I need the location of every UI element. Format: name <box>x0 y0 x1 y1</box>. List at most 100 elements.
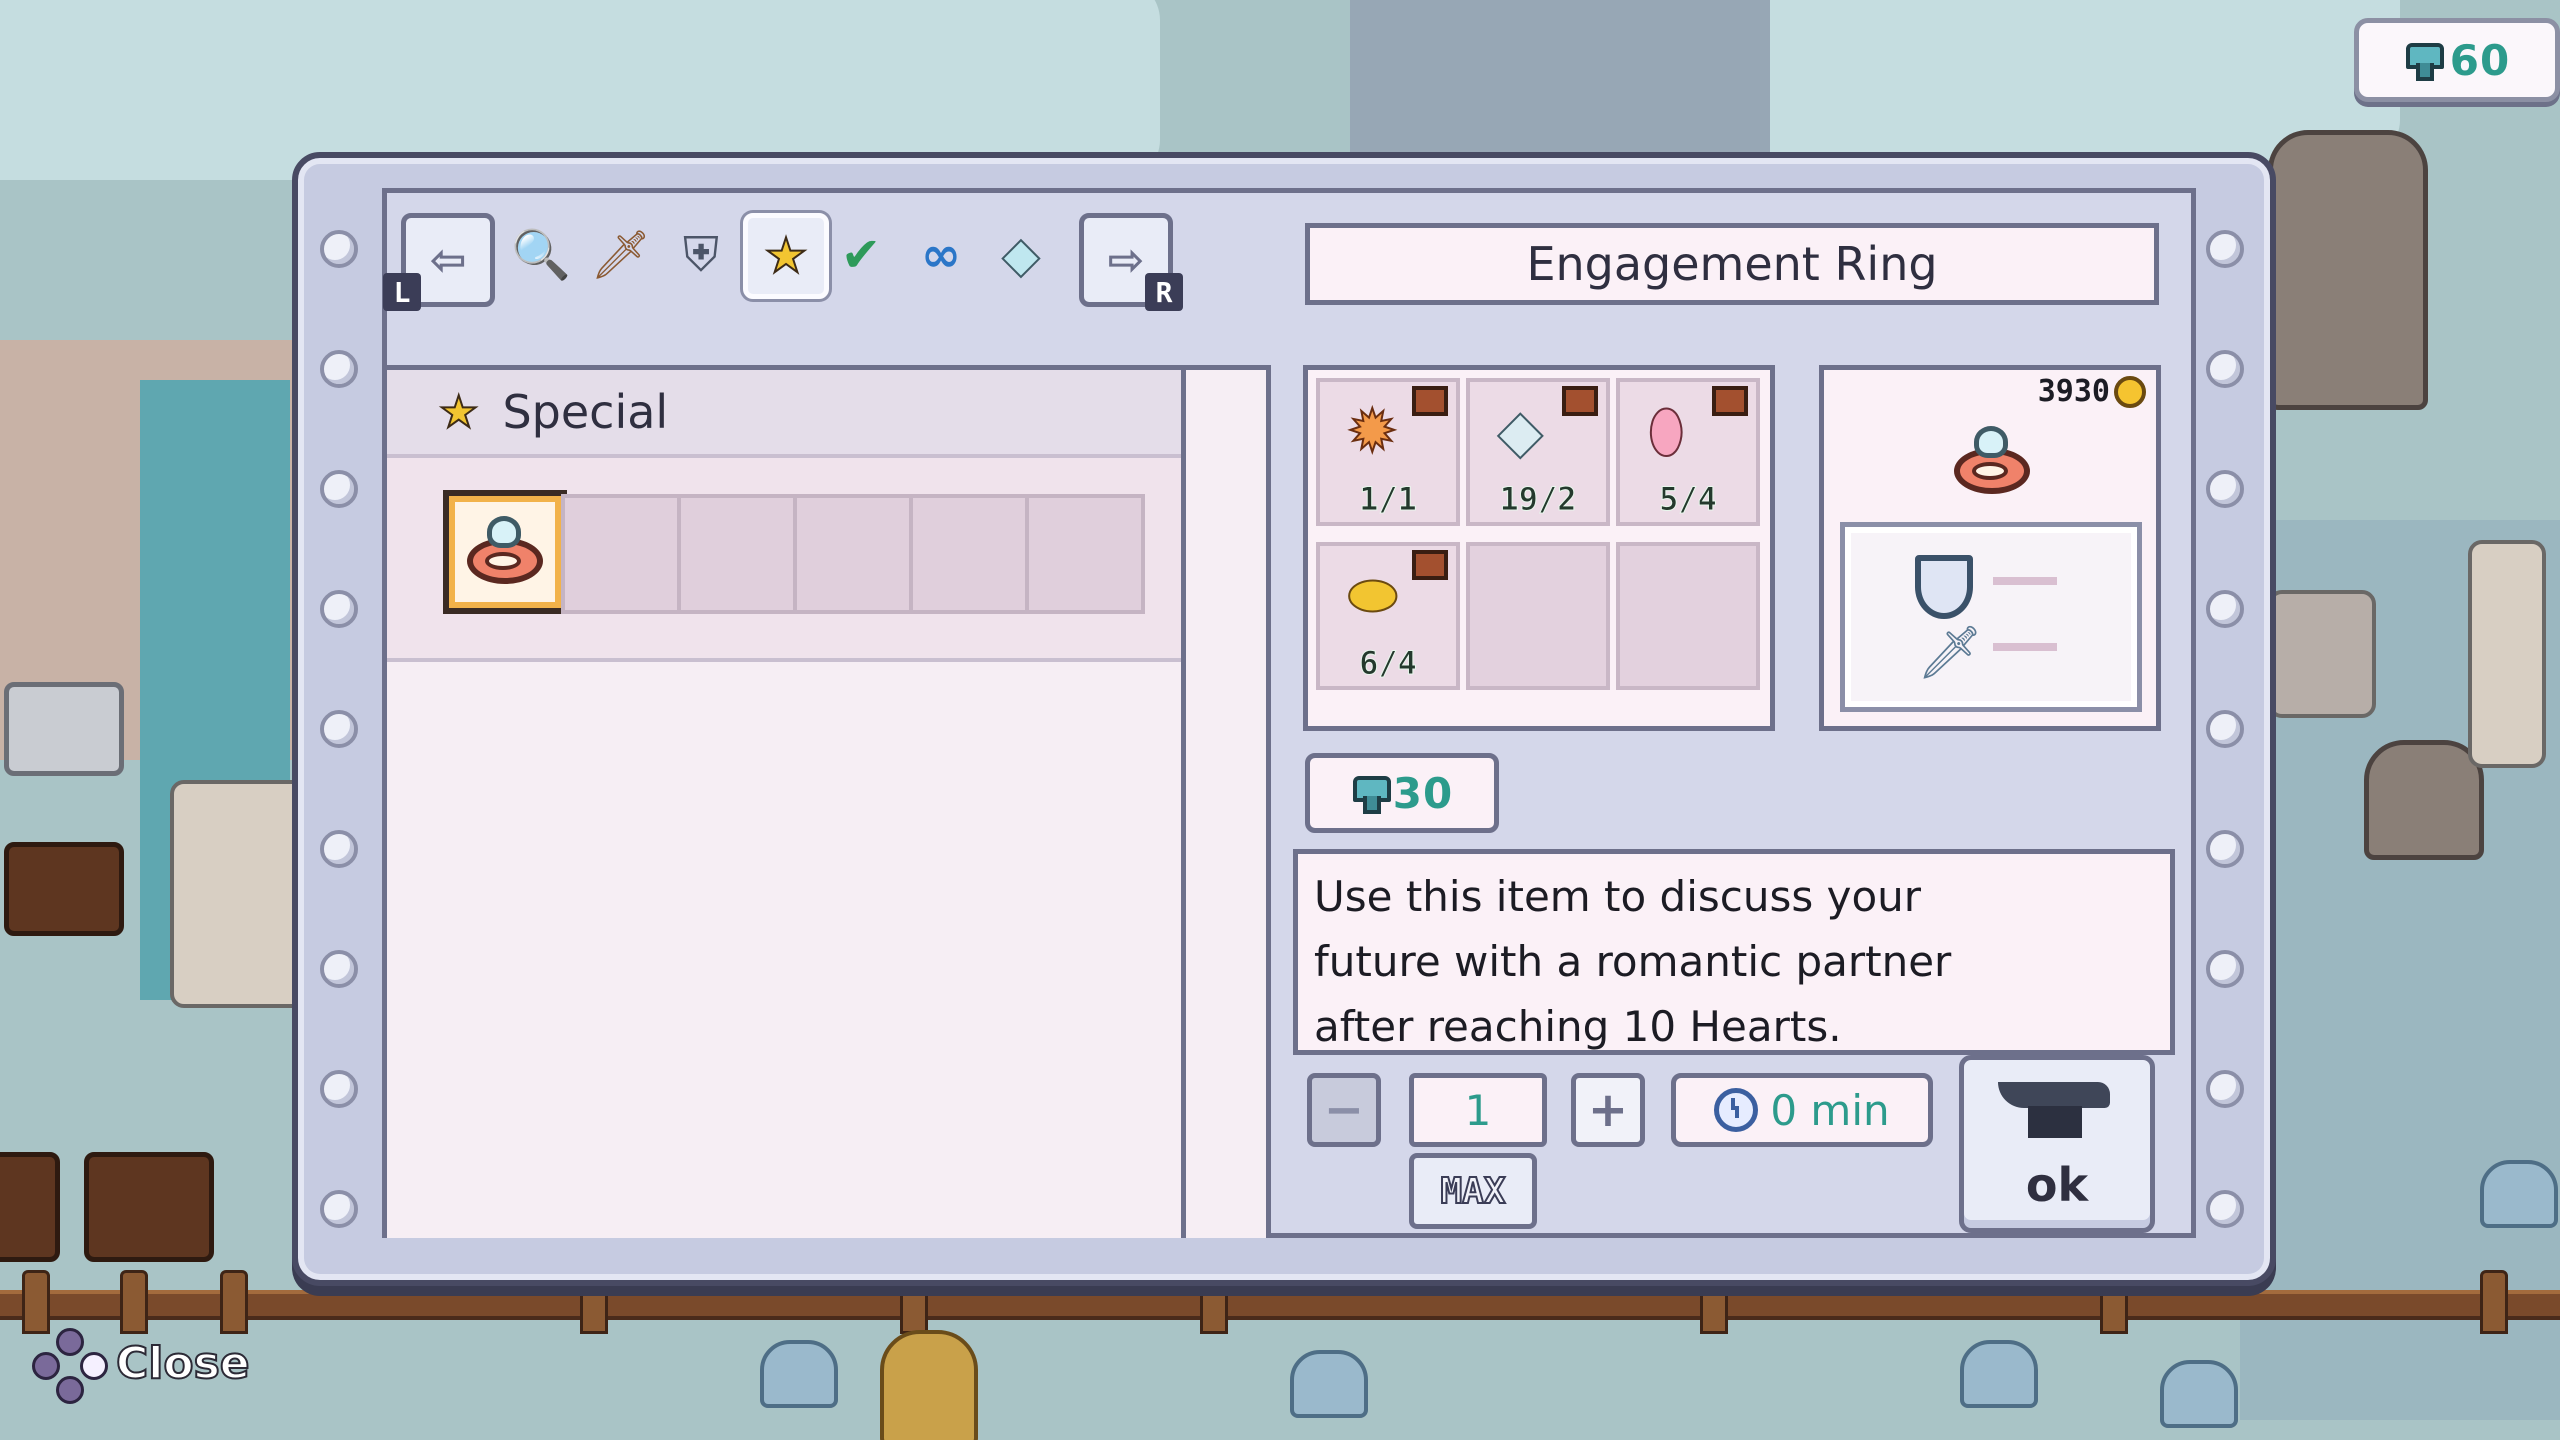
rivet <box>2206 470 2244 508</box>
rivet <box>2206 230 2244 268</box>
sun-orb-icon: ✹ <box>1347 397 1398 465</box>
fence-post <box>120 1270 148 1334</box>
arrow-right-icon: ⇨ <box>1107 234 1145 286</box>
gem-amount: 60 <box>2449 35 2511 85</box>
rivet <box>2206 950 2244 988</box>
ingredient-slot[interactable]: ⬮ 5/4 <box>1616 378 1760 526</box>
tab-infinite[interactable]: ∞ <box>903 217 979 293</box>
rivet <box>320 470 358 508</box>
frost-bush <box>2480 1160 2558 1228</box>
recipe-list: ★ Special <box>387 365 1186 1238</box>
item-stats-box: 🗡 <box>1840 522 2142 712</box>
rivet <box>2206 710 2244 748</box>
arrow-left-icon: ⇦ <box>429 234 467 286</box>
defense-stat-empty <box>1993 577 2057 585</box>
close-hint[interactable]: Close <box>32 1328 251 1404</box>
recipe-slot-empty <box>909 494 1029 614</box>
recipe-slot-empty <box>561 494 681 614</box>
stone-pile <box>2268 590 2376 718</box>
item-description: Use this item to discuss your future wit… <box>1314 872 1952 1051</box>
stone-pillar <box>2468 540 2546 768</box>
max-quantity-button[interactable]: MAX <box>1409 1153 1537 1229</box>
dragon-statue <box>2268 130 2428 410</box>
crafting-time-value: 0 min <box>1770 1085 1890 1135</box>
rivet <box>320 710 358 748</box>
fence-rail <box>0 1290 2560 1320</box>
ingredients-panel: ✹ 1/1 ◆ 19/2 ⬮ 5/4 ⬬ 6/4 <box>1303 365 1775 731</box>
barrel <box>0 1152 60 1262</box>
bell <box>880 1330 978 1440</box>
rivet <box>320 350 358 388</box>
star-icon: ★ <box>438 386 479 439</box>
crafting-cost: 30 <box>1305 753 1499 833</box>
ingredient-slot[interactable]: ◆ 19/2 <box>1466 378 1610 526</box>
tab-completed[interactable]: ✔ <box>823 217 899 293</box>
recipe-slot-empty <box>677 494 797 614</box>
minus-icon: − <box>1323 1082 1365 1138</box>
star-icon: ★ <box>763 228 808 284</box>
tab-tools[interactable]: 🔍 <box>503 217 579 293</box>
fence-post <box>22 1270 50 1334</box>
ingredient-count: 5/4 <box>1659 480 1718 519</box>
sell-price: 3930 <box>2038 374 2146 409</box>
rivet <box>2206 1070 2244 1108</box>
recipe-slot-empty <box>793 494 913 614</box>
ingredient-slot[interactable]: ✹ 1/1 <box>1316 378 1460 526</box>
plus-icon: + <box>1587 1082 1629 1138</box>
ingredient-count: 1/1 <box>1359 480 1418 519</box>
rivet <box>2206 590 2244 628</box>
storage-chest-icon <box>1412 550 1448 580</box>
recipe-slot-row <box>387 458 1181 662</box>
decrease-quantity-button[interactable]: − <box>1307 1073 1381 1147</box>
barrel <box>84 1152 214 1262</box>
checkmark-icon: ✔ <box>840 227 882 283</box>
crafting-window: ⇦ L 🔍 🗡 ⛨ ★ ✔ ∞ ◆ ⇨ R ★ Special Engageme… <box>292 152 2276 1286</box>
storage-chest <box>4 842 124 936</box>
pink-crystal-icon: ⬮ <box>1647 397 1685 465</box>
item-preview-panel: 3930 🗡 <box>1819 365 2161 731</box>
fence-post <box>2480 1270 2508 1334</box>
storage-chest-icon <box>1412 386 1448 416</box>
diamond-icon: ◆ <box>1002 227 1041 283</box>
gold-bar-icon: ⬬ <box>1347 561 1399 629</box>
r-key-hint: R <box>1145 273 1183 311</box>
attack-stat-empty <box>1993 643 2057 651</box>
magnifier-icon: 🔍 <box>511 227 571 283</box>
quantity-value: 1 <box>1409 1073 1547 1147</box>
anvil-icon <box>1998 1082 2110 1140</box>
controller-button-icon <box>32 1328 108 1404</box>
increase-quantity-button[interactable]: + <box>1571 1073 1645 1147</box>
rivet <box>320 1070 358 1108</box>
shield-icon <box>1915 555 1973 619</box>
sell-price-value: 3930 <box>2037 374 2110 409</box>
clock-icon <box>1714 1088 1759 1132</box>
frost-bush <box>2160 1360 2238 1428</box>
tab-special[interactable]: ★ <box>743 213 829 299</box>
crafting-cost-value: 30 <box>1392 768 1454 818</box>
rivet <box>320 590 358 628</box>
item-title-box: Engagement Ring <box>1305 223 2159 305</box>
armor-icon: ⛨ <box>682 227 719 283</box>
tab-weapons[interactable]: 🗡 <box>583 217 659 293</box>
recipe-slot-empty <box>1025 494 1145 614</box>
category-label: Special <box>502 385 669 439</box>
rivet <box>320 1190 358 1228</box>
engagement-ring-icon <box>461 516 545 584</box>
craft-ok-button[interactable]: ok <box>1959 1055 2155 1233</box>
infinity-icon: ∞ <box>921 227 961 283</box>
fence-post <box>220 1270 248 1334</box>
gem-icon <box>2404 41 2444 81</box>
frost-bush <box>1960 1340 2038 1408</box>
recipe-slot-engagement-ring[interactable] <box>443 490 567 614</box>
rivet <box>2206 830 2244 868</box>
item-title: Engagement Ring <box>1526 237 1938 291</box>
stone-wall <box>170 780 308 1008</box>
tab-gems[interactable]: ◆ <box>983 217 1059 293</box>
ingredient-slot[interactable]: ⬬ 6/4 <box>1316 542 1460 690</box>
ingredient-count: 6/4 <box>1359 644 1418 683</box>
recipe-list-scrollbar[interactable] <box>1186 365 1271 1238</box>
ingredient-count: 19/2 <box>1499 480 1577 519</box>
tab-armor[interactable]: ⛨ <box>663 217 739 293</box>
gem-icon <box>1351 774 1391 814</box>
rivet <box>320 230 358 268</box>
